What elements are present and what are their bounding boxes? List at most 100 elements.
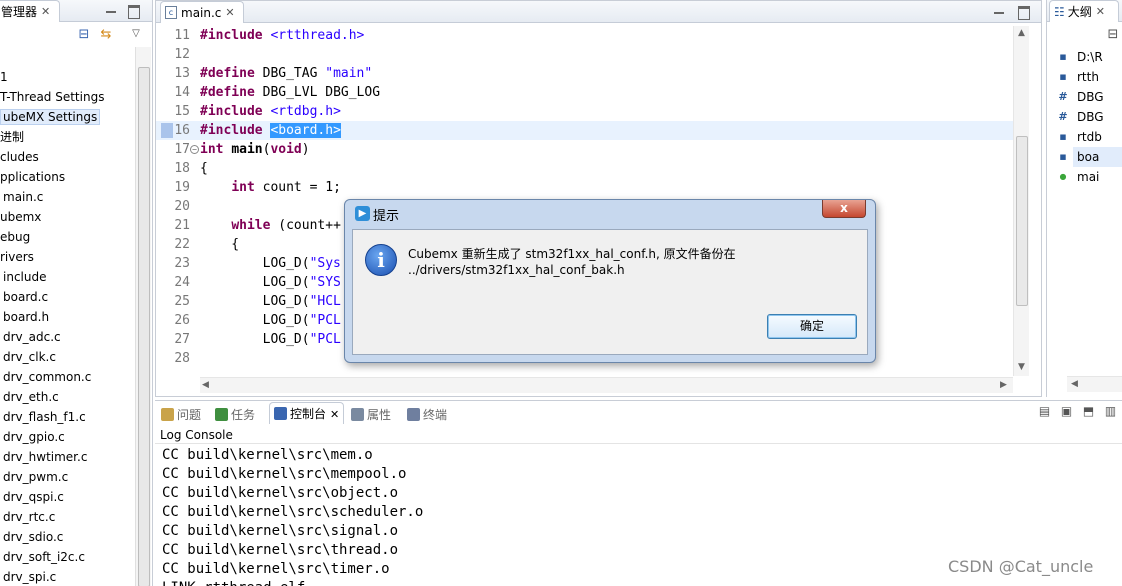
code-line[interactable]: 12 [156, 45, 1013, 64]
line-number: 25 [174, 294, 190, 309]
outline-item[interactable]: rtdb [1077, 127, 1102, 147]
tab-outline[interactable]: ☷ 大纲 ✕ [1049, 0, 1119, 22]
outline-horizontal-scrollbar[interactable]: ◀ [1067, 376, 1122, 392]
tree-item[interactable]: drv_hwtimer.c [0, 447, 135, 467]
tree-item[interactable]: board.c [0, 287, 135, 307]
explorer-scrollbar[interactable] [135, 47, 151, 586]
minimize-icon[interactable] [992, 4, 1006, 18]
tree-item[interactable]: drv_rtc.c [0, 507, 135, 527]
scroll-left-icon[interactable]: ◀ [1071, 379, 1078, 389]
tree-item[interactable]: ubeMX Settings [0, 107, 135, 127]
dialog-close-button[interactable]: x [822, 200, 866, 218]
line-number: 27 [174, 332, 190, 347]
tree-item[interactable]: rivers [0, 247, 135, 267]
scroll-up-icon[interactable]: ▲ [1018, 28, 1025, 38]
collapse-all-icon[interactable]: ⊟ [76, 27, 92, 43]
minimize-icon[interactable] [104, 3, 118, 17]
dialog-message: Cubemx 重新生成了 stm32f1xx_hal_conf.h, 原文件备份… [408, 247, 736, 277]
tree-item[interactable]: cludes [0, 147, 135, 167]
code-line[interactable]: 13 #define DBG_TAG "main" [156, 64, 1013, 83]
link-editor-icon[interactable]: ⇆ [98, 27, 114, 43]
code-line[interactable]: 18 { [156, 159, 1013, 178]
outline-icon: ☷ [1054, 4, 1065, 19]
outline-item-icon: ▪ [1059, 50, 1067, 63]
tab-main-c[interactable]: c main.c ✕ [160, 1, 244, 23]
tab-label: 问题 [177, 408, 202, 422]
fold-toggle-icon[interactable]: − [190, 145, 199, 154]
maximize-icon[interactable] [126, 3, 140, 19]
clear-console-icon[interactable]: ▤ [1037, 404, 1052, 419]
code-line[interactable]: 19 int count = 1; [156, 178, 1013, 197]
scrollbar-thumb[interactable] [138, 67, 150, 586]
close-icon[interactable]: ✕ [41, 5, 50, 18]
editor-horizontal-scrollbar[interactable]: ◀ ▶ [200, 377, 1013, 393]
outline-item[interactable]: DBG [1077, 87, 1104, 107]
line-number: 22 [174, 237, 190, 252]
console-tab[interactable]: 属性 [351, 404, 391, 426]
pin-console-icon[interactable]: ⬒ [1081, 404, 1096, 419]
console-line: CC build\kernel\src\object.o [162, 485, 399, 501]
outline-item[interactable]: rtth [1077, 67, 1099, 87]
scroll-down-icon[interactable]: ▼ [1018, 362, 1025, 372]
tree-item[interactable]: include [0, 267, 135, 287]
tree-item[interactable]: drv_clk.c [0, 347, 135, 367]
tree-item[interactable]: main.c [0, 187, 135, 207]
tree-item[interactable]: 1 [0, 67, 135, 87]
tab-label: 管理器 [1, 5, 38, 19]
outline-item[interactable]: mai [1077, 167, 1099, 187]
tree-item[interactable]: T-Thread Settings [0, 87, 135, 107]
console-tab[interactable]: 终端 [407, 404, 447, 426]
scroll-left-icon[interactable]: ◀ [202, 380, 209, 390]
ok-button[interactable]: 确定 [767, 314, 857, 339]
tree-item[interactable]: drv_flash_f1.c [0, 407, 135, 427]
scroll-right-icon[interactable]: ▶ [1000, 380, 1007, 390]
tree-item[interactable]: drv_soft_i2c.c [0, 547, 135, 567]
code-line[interactable]: 15 #include <rtdbg.h> [156, 102, 1013, 121]
tree-item[interactable]: drv_spi.c [0, 567, 135, 586]
project-explorer-panel: 管理器 ✕ ⊟ ⇆ ▽ 1 T-Thread Settings ubeMX Sett… [0, 0, 153, 586]
tree-item[interactable]: drv_common.c [0, 367, 135, 387]
view-menu-icon[interactable]: ▽ [128, 26, 144, 42]
tree-item[interactable]: drv_eth.c [0, 387, 135, 407]
code-line[interactable]: 17− int main(void) [156, 140, 1013, 159]
outline-item[interactable]: DBG [1077, 107, 1104, 127]
tab-label: 大纲 [1067, 5, 1092, 19]
outline-item[interactable]: boa [1073, 147, 1122, 167]
editor-vertical-scrollbar[interactable]: ▲ ▼ [1013, 26, 1029, 376]
tree-item[interactable]: ubemx [0, 207, 135, 227]
tree-item[interactable]: ebug [0, 227, 135, 247]
tree-item-label: drv_pwm.c [3, 470, 69, 484]
code-text: LOG_D("PCL [200, 313, 341, 328]
console-tab[interactable]: 任务 [215, 404, 255, 426]
close-icon[interactable]: ✕ [1096, 5, 1105, 18]
tree-item[interactable]: drv_sdio.c [0, 527, 135, 547]
tree-item[interactable]: pplications [0, 167, 135, 187]
code-line[interactable]: 11 #include <rtthread.h> [156, 26, 1013, 45]
outline-item[interactable]: D:\R [1077, 47, 1103, 67]
code-line[interactable]: 16 #include <board.h> [156, 121, 1013, 140]
display-console-icon[interactable]: ▥ [1103, 404, 1118, 419]
tree-item[interactable]: board.h [0, 307, 135, 327]
tree-item-label: board.h [3, 310, 50, 324]
code-text: int main(void) [200, 142, 310, 157]
tab-project-explorer[interactable]: 管理器 ✕ [0, 0, 60, 22]
outline-toolbar-icon[interactable]: ⊟ [1105, 27, 1121, 43]
tab-label: main.c [181, 5, 222, 20]
tree-item[interactable]: 进制 [0, 127, 135, 147]
tree-item[interactable]: drv_qspi.c [0, 487, 135, 507]
code-text: while (count++ [231, 218, 341, 233]
code-line[interactable]: 14 #define DBG_LVL DBG_LOG [156, 83, 1013, 102]
maximize-icon[interactable] [1016, 4, 1030, 20]
console-tab[interactable]: 控制台 ✕ [269, 402, 345, 424]
console-tab[interactable]: 问题 [161, 404, 201, 426]
tree-item[interactable]: drv_gpio.c [0, 427, 135, 447]
close-icon[interactable]: ✕ [330, 408, 339, 421]
tree-item[interactable]: drv_pwm.c [0, 467, 135, 487]
outline-item-icon: # [1058, 90, 1068, 103]
scrollbar-thumb[interactable] [1016, 136, 1028, 306]
scroll-lock-icon[interactable]: ▣ [1059, 404, 1074, 419]
close-icon[interactable]: ✕ [225, 6, 234, 19]
tree-item[interactable]: drv_adc.c [0, 327, 135, 347]
console-line: CC build\kernel\src\signal.o [162, 523, 399, 539]
project-tree: 1 T-Thread Settings ubeMX Settings 进制 cludes… [0, 67, 135, 586]
